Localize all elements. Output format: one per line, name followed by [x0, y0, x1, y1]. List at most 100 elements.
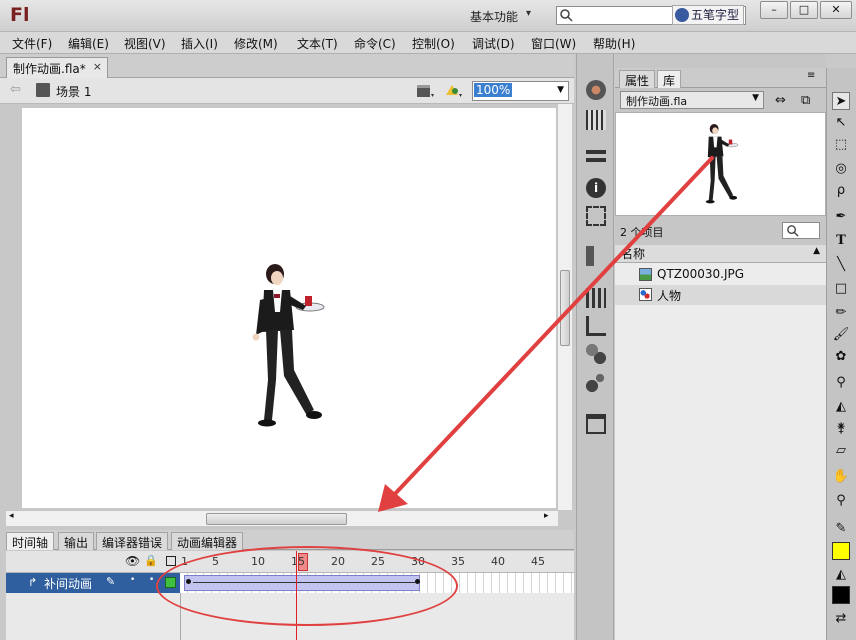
swap-colors-icon[interactable]: ⇄ — [832, 610, 850, 628]
layer-type-icon: ↱ — [28, 576, 38, 589]
paint-bucket-tool-icon[interactable]: ◭ — [832, 398, 850, 416]
motion-presets-icon[interactable] — [586, 344, 606, 364]
menu-modify[interactable]: 修改(M) — [234, 35, 278, 52]
lasso-tool-icon[interactable]: ρ — [832, 182, 850, 200]
pencil-tool-icon[interactable]: ✏ — [832, 304, 850, 322]
menu-help[interactable]: 帮助(H) — [593, 35, 635, 52]
panel-menu-icon[interactable]: ≡ — [807, 70, 815, 81]
info-icon[interactable]: i — [586, 178, 606, 198]
edit-scene-icon[interactable] — [416, 83, 434, 99]
fill-color-swatch[interactable] — [832, 542, 850, 560]
layer-name[interactable]: 补间动画 — [44, 575, 92, 592]
stroke-color-pencil-icon[interactable]: ✎ — [832, 520, 850, 538]
maximize-button[interactable]: □ — [790, 1, 818, 19]
chevron-down-icon[interactable]: ▼ — [752, 93, 759, 103]
selection-tool-icon[interactable]: ➤ — [832, 92, 850, 110]
text-tool-icon[interactable]: T — [832, 232, 850, 250]
stage-horizontal-scrollbar[interactable]: ◂ ▸ — [6, 510, 558, 526]
color-panel-icon[interactable] — [586, 80, 606, 100]
tab-output[interactable]: 输出 — [58, 532, 95, 550]
sort-icon[interactable]: ▲ — [813, 246, 820, 256]
pin-icon[interactable]: ⇔ — [775, 93, 786, 108]
menu-control[interactable]: 控制(O) — [412, 35, 455, 52]
tab-motion-editor[interactable]: 动画编辑器 — [171, 532, 244, 550]
code-snippets-icon[interactable] — [586, 246, 606, 266]
components-icon[interactable] — [586, 288, 606, 308]
free-transform-tool-icon[interactable]: ⬚ — [832, 136, 850, 154]
document-tab[interactable]: 制作动画.fla* × — [6, 57, 108, 78]
menu-commands[interactable]: 命令(C) — [354, 35, 396, 52]
scroll-right-icon[interactable]: ▸ — [544, 511, 549, 521]
deco-tool-icon[interactable]: ✿ — [832, 348, 850, 366]
tab-timeline[interactable]: 时间轴 — [6, 532, 55, 550]
outline-icon[interactable] — [166, 556, 176, 566]
title-bar: Fl 基本功能 ▾ 五笔字型 – □ ✕ — [0, 0, 856, 32]
layer-item[interactable]: ↱ 补间动画 ✎ • • — [6, 573, 180, 593]
stage-canvas[interactable] — [22, 108, 556, 508]
menu-window[interactable]: 窗口(W) — [531, 35, 576, 52]
library-panel: 属性 库 ≡ 制作动画.fla ▼ ⇔ ⧉ 2 个项目 名称 ▲ QTZ0003… — [615, 54, 826, 640]
ime-indicator[interactable]: 五笔字型 — [672, 5, 744, 25]
menu-insert[interactable]: 插入(I) — [181, 35, 218, 52]
tab-properties[interactable]: 属性 — [619, 70, 656, 88]
frame-number: 40 — [491, 555, 505, 568]
new-library-panel-icon[interactable]: ⧉ — [801, 93, 810, 108]
back-arrow-icon[interactable]: ⇦ — [10, 82, 21, 97]
stage-vertical-scrollbar[interactable] — [557, 104, 572, 510]
search-icon — [787, 225, 799, 237]
zoom-select[interactable]: 100% ▼ — [472, 81, 569, 101]
movie-explorer-icon[interactable] — [586, 372, 606, 392]
align-icon[interactable] — [586, 150, 606, 170]
line-tool-icon[interactable]: ╲ — [832, 256, 850, 274]
chevron-down-icon[interactable]: ▼ — [557, 85, 564, 95]
close-icon[interactable]: × — [93, 60, 102, 73]
swatches-icon[interactable] — [586, 110, 606, 130]
library-column-header[interactable]: 名称 ▲ — [615, 245, 826, 263]
visibility-dot-icon[interactable]: • — [130, 575, 135, 585]
library-tab-bar: 属性 库 ≡ — [615, 68, 826, 88]
library-document-select[interactable]: 制作动画.fla ▼ — [620, 91, 764, 109]
project-icon[interactable] — [586, 414, 606, 434]
3d-rotation-tool-icon[interactable]: ◎ — [832, 160, 850, 178]
pen-tool-icon[interactable]: ✒ — [832, 208, 850, 226]
close-button[interactable]: ✕ — [820, 1, 852, 19]
menu-edit[interactable]: 编辑(E) — [68, 35, 109, 52]
tab-compiler-errors[interactable]: 编译器错误 — [96, 532, 169, 550]
actions-icon[interactable] — [586, 316, 606, 336]
column-header-name: 名称 — [621, 247, 646, 261]
library-item-list: QTZ00030.JPG 人物 — [615, 263, 826, 640]
frame-number: 35 — [451, 555, 465, 568]
menu-debug[interactable]: 调试(D) — [472, 35, 515, 52]
eraser-tool-icon[interactable]: ▱ — [832, 442, 850, 460]
ime-logo-icon — [675, 8, 689, 22]
workspace-switcher[interactable]: 基本功能 — [470, 8, 518, 25]
stroke-color-swatch[interactable] — [832, 586, 850, 604]
subselection-tool-icon[interactable]: ↖ — [832, 114, 850, 132]
library-search-input[interactable] — [782, 222, 820, 239]
library-item[interactable]: QTZ00030.JPG — [615, 265, 826, 285]
brush-tool-icon[interactable]: 🖌 — [832, 326, 850, 344]
tab-library[interactable]: 库 — [657, 70, 682, 88]
zoom-tool-icon[interactable]: ⚲ — [832, 492, 850, 510]
scrollbar-thumb[interactable] — [560, 270, 570, 346]
menu-view[interactable]: 视图(V) — [124, 35, 166, 52]
menu-text[interactable]: 文本(T) — [297, 35, 338, 52]
chevron-down-icon[interactable]: ▾ — [526, 8, 531, 19]
menu-file[interactable]: 文件(F) — [12, 35, 52, 52]
rectangle-tool-icon[interactable]: □ — [832, 280, 850, 298]
transform-icon[interactable] — [586, 206, 606, 226]
library-item[interactable]: 人物 — [615, 285, 826, 305]
bone-tool-icon[interactable]: ⚲ — [832, 374, 850, 392]
minimize-button[interactable]: – — [760, 1, 788, 19]
eye-icon[interactable]: 👁 — [125, 554, 140, 568]
fill-bucket-icon[interactable]: ◭ — [832, 566, 850, 584]
hand-tool-icon[interactable]: ✋ — [832, 468, 850, 486]
edit-symbol-icon[interactable] — [444, 83, 462, 99]
library-item-name: 人物 — [657, 289, 682, 303]
waiter-figure[interactable] — [242, 260, 332, 440]
eyedropper-tool-icon[interactable]: ⚵ — [832, 420, 850, 438]
lock-dot-icon[interactable]: • — [149, 575, 154, 585]
lock-icon[interactable]: 🔒 — [144, 554, 158, 567]
scrollbar-thumb[interactable] — [206, 513, 347, 525]
scroll-left-icon[interactable]: ◂ — [9, 511, 14, 521]
